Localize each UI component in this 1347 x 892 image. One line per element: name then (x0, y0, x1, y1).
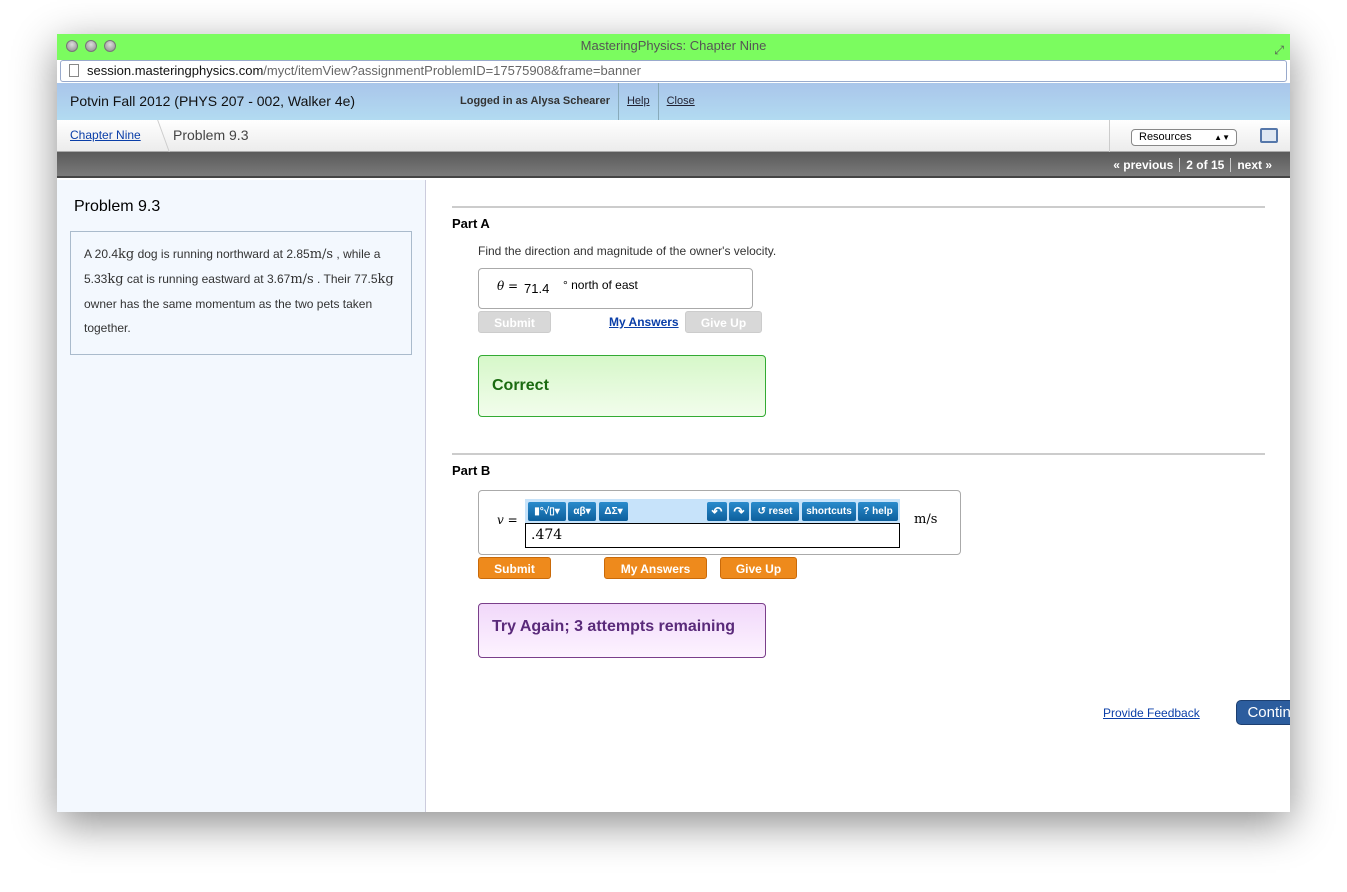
breadcrumb-separator (144, 120, 170, 152)
templates-button[interactable]: ▮°√▯▾ (528, 502, 566, 521)
greek-button[interactable]: αβ▾ (568, 502, 596, 521)
url-path: /myct/itemView?assignmentProblemID=17575… (263, 63, 641, 78)
pager-bar: « previous 2 of 15 next » (57, 152, 1290, 178)
url-domain: session.masteringphysics.com (87, 63, 264, 78)
theta-label: θ = (497, 279, 519, 293)
reset-button[interactable]: ↺ reset (751, 502, 799, 521)
help-link[interactable]: Help (627, 95, 650, 107)
document-icon (69, 64, 79, 77)
part-a-unit: ° north of east (563, 278, 638, 292)
symbols-button[interactable]: ΔΣ▾ (599, 502, 628, 521)
breadcrumb: Chapter Nine Problem 9.3 Resources ▲▼ (57, 120, 1290, 152)
previous-link[interactable]: « previous (1107, 158, 1179, 172)
fullscreen-icon[interactable]: ⤢ (1274, 38, 1284, 62)
undo-icon[interactable]: ↶ (707, 502, 727, 521)
window-title: MasteringPhysics: Chapter Nine (580, 38, 767, 53)
part-a-give-up-button[interactable]: Give Up (685, 311, 762, 333)
course-title: Potvin Fall 2012 (PHYS 207 - 002, Walker… (70, 93, 356, 109)
select-arrows-icon: ▲▼ (1214, 133, 1230, 142)
help-button[interactable]: ? help (858, 502, 898, 521)
part-a-value: 71.4 (524, 281, 550, 296)
part-b-answer-input[interactable]: .474 (525, 523, 900, 548)
close-link[interactable]: Close (667, 95, 695, 107)
part-b-answer-box: v = ▮°√▯▾ αβ▾ ΔΣ▾ ↶ ↷ ↺ reset shortcuts … (478, 490, 961, 555)
resources-select[interactable]: Resources ▲▼ (1131, 129, 1237, 146)
continue-button[interactable]: Continue (1236, 700, 1290, 725)
shortcuts-button[interactable]: shortcuts (802, 502, 856, 521)
window-controls (66, 40, 116, 52)
address-bar[interactable]: session.masteringphysics.com/myct/itemVi… (60, 60, 1287, 82)
part-a-submit-button[interactable]: Submit (478, 311, 551, 333)
breadcrumb-current: Problem 9.3 (173, 127, 249, 143)
part-b-submit-button[interactable]: Submit (478, 557, 551, 579)
browser-window: MasteringPhysics: Chapter Nine ⤢ session… (57, 34, 1290, 812)
logged-in-user: Logged in as Alysa Schearer (460, 95, 610, 107)
problem-panel: Problem 9.3 A 20.4kg dog is running nort… (57, 180, 426, 812)
zoom-button[interactable] (104, 40, 116, 52)
provide-feedback-link[interactable]: Provide Feedback (1103, 706, 1200, 720)
part-b-unit: m/s (914, 512, 938, 527)
part-a-feedback-correct: Correct (478, 355, 766, 417)
divider (452, 453, 1265, 455)
math-toolbar: ▮°√▯▾ αβ▾ ΔΣ▾ ↶ ↷ ↺ reset shortcuts ? he… (525, 499, 900, 523)
breadcrumb-chapter-link[interactable]: Chapter Nine (70, 120, 141, 150)
problem-title: Problem 9.3 (74, 198, 161, 215)
pager-position: 2 of 15 (1179, 158, 1231, 172)
title-bar: MasteringPhysics: Chapter Nine ⤢ (57, 34, 1290, 60)
next-link[interactable]: next » (1230, 158, 1278, 172)
print-icon[interactable] (1260, 128, 1278, 143)
part-b-give-up-button[interactable]: Give Up (720, 557, 797, 579)
part-b-label: Part B (452, 463, 491, 478)
redo-icon[interactable]: ↷ (729, 502, 749, 521)
part-a-label: Part A (452, 216, 490, 231)
course-header: Potvin Fall 2012 (PHYS 207 - 002, Walker… (57, 83, 1290, 120)
part-b-feedback-try-again: Try Again; 3 attempts remaining (478, 603, 766, 658)
parts-panel: Part A Find the direction and magnitude … (452, 180, 1290, 725)
part-b-my-answers-button[interactable]: My Answers (604, 557, 707, 579)
close-window-button[interactable] (66, 40, 78, 52)
part-a-question: Find the direction and magnitude of the … (478, 244, 777, 258)
part-a-my-answers-link[interactable]: My Answers (609, 311, 679, 333)
problem-statement: A 20.4kg dog is running northward at 2.8… (70, 231, 412, 355)
part-a-answer-box: θ = 71.4 ° north of east (478, 268, 753, 309)
divider (452, 206, 1265, 208)
resources-label: Resources (1139, 131, 1192, 143)
minimize-button[interactable] (85, 40, 97, 52)
v-label: v = (497, 513, 518, 527)
